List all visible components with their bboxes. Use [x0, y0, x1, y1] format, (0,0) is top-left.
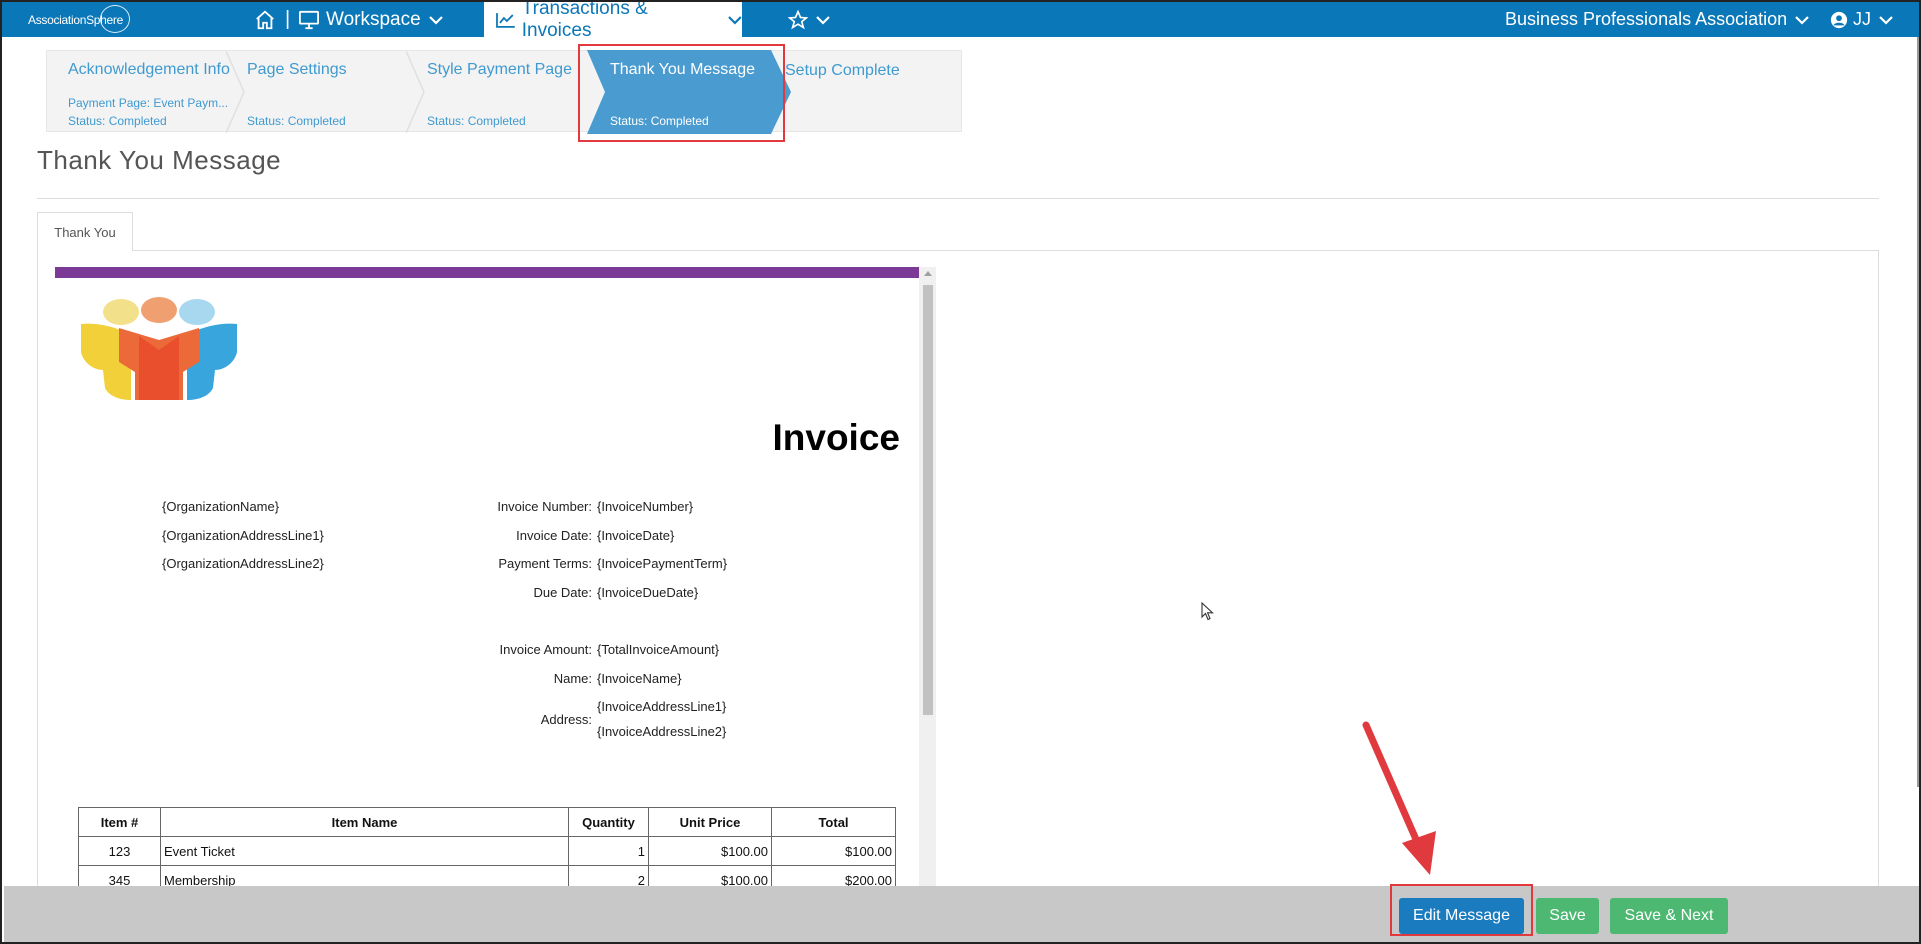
table-row: 123 Event Ticket 1 $100.00 $100.00	[78, 836, 896, 866]
annotation-highlight-step	[578, 44, 785, 142]
user-menu[interactable]: JJ	[1830, 2, 1893, 37]
chevron-down-icon	[816, 15, 830, 25]
scroll-up-arrow-icon[interactable]	[924, 271, 932, 276]
step-setup-complete[interactable]: Setup Complete	[785, 51, 955, 133]
scrollbar-thumb[interactable]	[923, 285, 933, 715]
brand-logo[interactable]: AssociationSphere	[28, 5, 138, 35]
app-frame: AssociationSphere | Workspace Transactio…	[0, 0, 1921, 944]
people-logo-icon	[81, 297, 237, 400]
annotation-highlight-edit-button	[1390, 884, 1533, 936]
step-title: Setup Complete	[785, 62, 900, 79]
user-initials: JJ	[1853, 9, 1871, 29]
col-header-item-name: Item Name	[160, 807, 569, 837]
invoice-amount-label: Invoice Amount:	[499, 642, 593, 657]
transactions-invoices-menu[interactable]: Transactions & Invoices	[484, 2, 742, 41]
cell-item-name: Event Ticket	[160, 836, 569, 866]
payment-terms-value: {InvoicePaymentTerm}	[597, 556, 728, 571]
page-title: Thank You Message	[37, 145, 282, 175]
invoice-name-label: Name:	[553, 671, 592, 686]
cell-item-name: Membership	[160, 865, 569, 887]
wizard-steps: Acknowledgement Info Payment Page: Event…	[46, 50, 962, 134]
step-title: Style Payment Page	[427, 61, 572, 78]
line-items-table: Item # Item Name Quantity Unit Price Tot…	[78, 807, 896, 887]
step-subtitle: Payment Page: Event Paym...	[68, 96, 229, 110]
step-status: Status: Completed	[68, 114, 167, 128]
cell-total: $100.00	[771, 836, 896, 866]
address-line2-value: {InvoiceAddressLine2}	[597, 724, 727, 739]
nav-divider: |	[285, 8, 291, 30]
chevron-down-icon	[428, 15, 443, 25]
page-scrollbar[interactable]	[1917, 37, 1919, 787]
workspace-menu[interactable]: Workspace	[298, 2, 443, 37]
cell-total: $200.00	[771, 865, 896, 887]
save-button[interactable]: Save	[1536, 898, 1599, 934]
cell-unit-price: $100.00	[648, 836, 772, 866]
invoice-date-label: Invoice Date:	[516, 528, 592, 543]
annotation-arrow-icon	[1362, 721, 1436, 875]
due-date-value: {InvoiceDueDate}	[597, 585, 699, 600]
org-address-line2: {OrganizationAddressLine2}	[162, 556, 324, 571]
organization-menu[interactable]: Business Professionals Association	[1505, 2, 1809, 37]
step-status: Status: Completed	[247, 114, 346, 128]
step-status: Status: Completed	[427, 114, 526, 128]
title-divider	[37, 198, 1879, 199]
cell-unit-price: $100.00	[648, 865, 772, 887]
col-header-quantity: Quantity	[568, 807, 649, 837]
payment-terms-label: Payment Terms:	[498, 556, 592, 571]
table-row: 345 Membership 2 $100.00 $200.00	[78, 865, 896, 887]
star-icon	[788, 9, 808, 29]
chevron-down-icon	[1879, 15, 1893, 25]
header-accent-bar	[55, 267, 919, 278]
chart-line-icon	[496, 12, 515, 28]
cell-quantity: 1	[568, 836, 649, 866]
action-footer: Edit Message Save Save & Next	[4, 886, 1919, 942]
monitor-icon	[299, 10, 319, 29]
due-date-label: Due Date:	[533, 585, 592, 600]
invoice-number-value: {InvoiceNumber}	[597, 499, 694, 514]
transactions-label: Transactions & Invoices	[521, 0, 648, 41]
brand-name: AssociationSphere	[28, 13, 123, 27]
address-label: Address:	[540, 712, 592, 727]
invoice-number-label: Invoice Number:	[497, 499, 592, 514]
step-page-settings[interactable]: Page Settings Status: Completed	[227, 51, 407, 133]
cell-item-number: 345	[78, 865, 161, 887]
col-header-unit-price: Unit Price	[648, 807, 772, 837]
invoice-name-value: {InvoiceName}	[597, 671, 682, 686]
step-title: Acknowledgement Info	[68, 61, 230, 78]
preview-scrollbar[interactable]	[919, 267, 936, 887]
col-header-total: Total	[771, 807, 896, 837]
save-next-button[interactable]: Save & Next	[1610, 898, 1728, 934]
col-header-item-number: Item #	[78, 807, 161, 837]
organization-label: Business Professionals Association	[1505, 9, 1788, 29]
workspace-label: Workspace	[326, 8, 421, 30]
chevron-down-icon	[1795, 15, 1809, 25]
mouse-cursor-icon	[1201, 602, 1214, 621]
step-title: Page Settings	[247, 61, 347, 78]
invoice-amount-value: {TotalInvoiceAmount}	[597, 642, 720, 657]
tab-thank-you[interactable]: Thank You	[37, 212, 133, 251]
cell-item-number: 123	[78, 836, 161, 866]
step-style-payment-page[interactable]: Style Payment Page Status: Completed	[407, 51, 587, 133]
favorites-menu[interactable]	[788, 2, 830, 37]
step-acknowledgement-info[interactable]: Acknowledgement Info Payment Page: Event…	[47, 51, 230, 133]
cell-quantity: 2	[568, 865, 649, 887]
address-line1-value: {InvoiceAddressLine1}	[597, 699, 727, 714]
user-avatar-icon	[1830, 11, 1848, 28]
home-icon[interactable]	[254, 2, 276, 37]
table-header-row: Item # Item Name Quantity Unit Price Tot…	[78, 807, 896, 837]
invoice-heading: Invoice	[772, 417, 901, 458]
org-name: {OrganizationName}	[162, 499, 280, 514]
chevron-down-icon	[728, 15, 742, 24]
invoice-preview[interactable]: Invoice {OrganizationName} {Organization…	[55, 267, 936, 887]
invoice-date-value: {InvoiceDate}	[597, 528, 675, 543]
top-navbar: AssociationSphere | Workspace Transactio…	[2, 2, 1919, 41]
org-address-line1: {OrganizationAddressLine1}	[162, 528, 324, 543]
